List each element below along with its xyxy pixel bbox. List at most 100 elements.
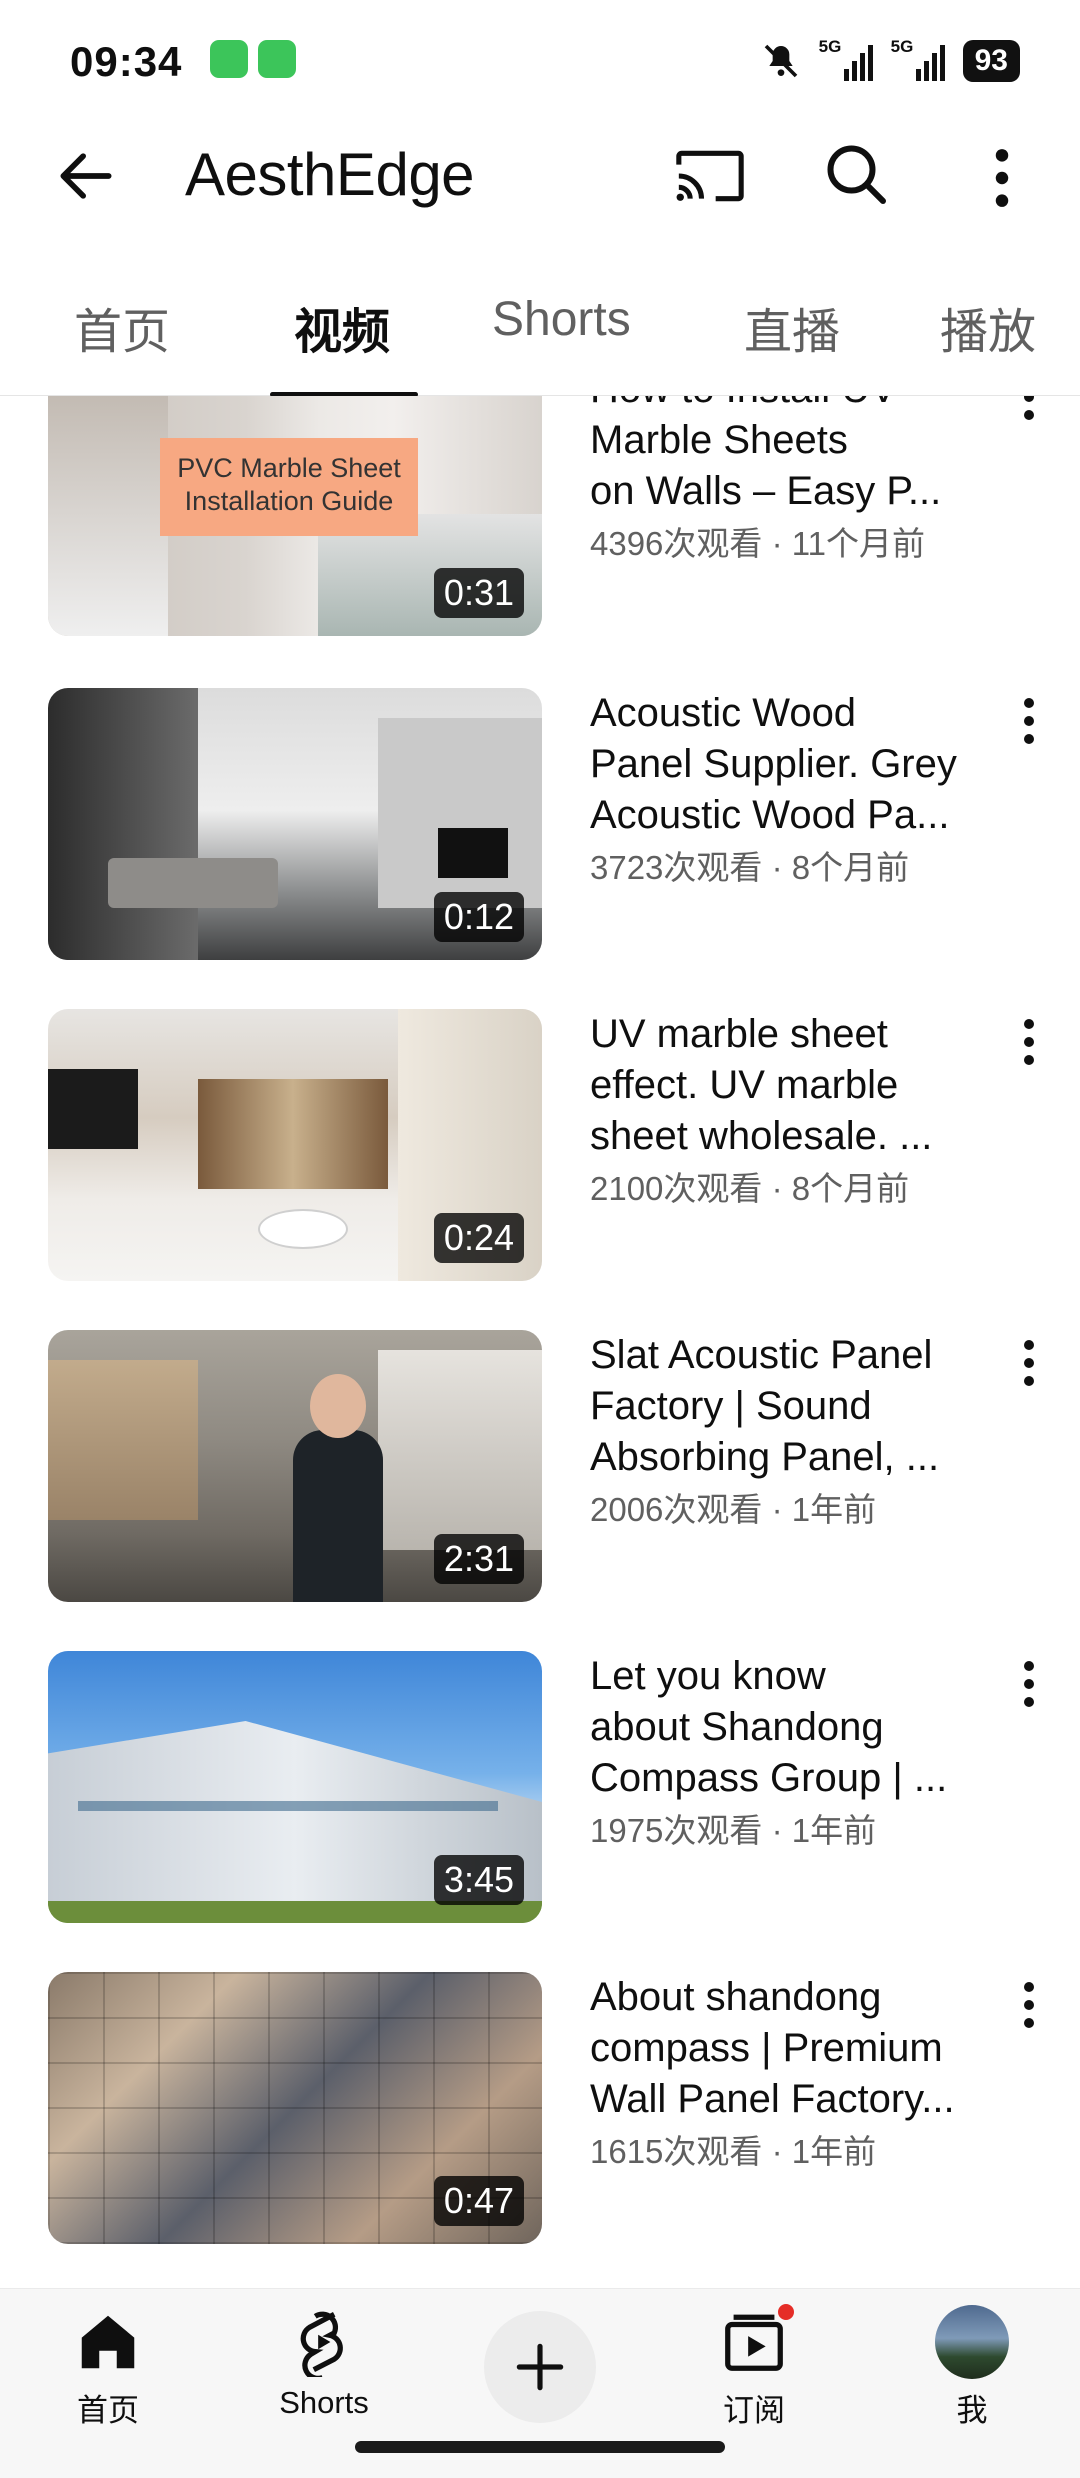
video-more-button[interactable] [1012,692,1046,750]
subscriptions-icon [719,2301,797,2377]
thumbnail-caption: PVC Marble Sheet Installation Guide [160,438,418,536]
search-button[interactable] [820,138,892,210]
video-thumbnail[interactable]: PVC Marble Sheet Installation Guide 0:31 [48,396,542,636]
video-meta: 2100次观看 · 8个月前 [590,1170,910,1207]
video-title[interactable]: Acoustic Wood Panel Supplier. Grey Acous… [590,688,1010,841]
video-duration: 2:31 [433,1534,524,1584]
message-notification-icon [258,40,296,78]
video-title-line: Absorbing Panel, ... [590,1435,940,1479]
video-meta: 4396次观看 · 11个月前 [590,525,925,562]
plus-icon [516,2343,564,2391]
video-item[interactable]: 0:24 UV marble sheet effect. UV marble s… [0,1009,1080,1281]
signal-strength-icon: 5G [819,37,873,81]
video-thumbnail[interactable]: 0:12 [48,688,542,960]
app-notification-icon [210,40,248,78]
channel-title: AesthEdge [185,141,475,208]
video-meta: 2006次观看 · 1年前 [590,1491,877,1528]
video-thumbnail[interactable]: 0:47 [48,1972,542,2244]
battery-level: 93 [962,40,1020,82]
video-title-line: Acoustic Wood [590,691,857,735]
video-title[interactable]: UV marble sheet effect. UV marble sheet … [590,1009,1010,1162]
video-title[interactable]: Slat Acoustic Panel Factory | Sound Abso… [590,1330,1010,1483]
video-item[interactable]: 0:12 Acoustic Wood Panel Supplier. Grey … [0,688,1080,960]
video-meta: 1975次观看 · 1年前 [590,1812,877,1849]
network-type-label: 5G [818,37,842,56]
shorts-icon [300,2311,343,2377]
back-button[interactable] [52,142,120,210]
video-title-line: effect. UV marble [590,1063,899,1107]
video-item[interactable]: 0:47 About shandong compass | Premium Wa… [0,1972,1080,2244]
video-title-line: Acoustic Wood Pa... [590,793,950,837]
video-title-line: Compass Group | ... [590,1756,948,1800]
tab-shorts[interactable]: Shorts [492,292,631,347]
video-title-line: Factory | Sound [590,1384,872,1428]
video-title-line: Slat Acoustic Panel [590,1333,933,1377]
video-title-line: sheet wholesale. ... [590,1114,933,1158]
video-meta: 3723次观看 · 8个月前 [590,849,910,886]
avatar [935,2305,1009,2379]
video-item[interactable]: 3:45 Let you know about Shandong Compass… [0,1651,1080,1923]
video-title-line: Let you know [590,1654,826,1698]
video-more-button[interactable] [1012,396,1046,426]
video-title-line: About shandong [590,1975,882,2019]
video-title-line: Panel Supplier. Grey [590,742,957,786]
mute-bell-icon [764,44,797,78]
notification-dot [775,2301,797,2323]
back-arrow-icon [60,153,112,199]
cast-icon [676,150,744,202]
tab-videos[interactable]: 视频 [294,292,390,362]
home-icon [81,2315,135,2369]
nav-shorts-label: Shorts [279,2385,369,2420]
tab-live[interactable]: 直播 [744,292,840,362]
video-item[interactable]: 2:31 Slat Acoustic Panel Factory | Sound… [0,1330,1080,1602]
video-title-line: Wall Panel Factory... [590,2077,955,2121]
video-title-line: on Walls – Easy P... [590,469,942,513]
nav-home-label: 首页 [77,2393,139,2428]
video-thumbnail[interactable]: 2:31 [48,1330,542,1602]
video-duration: 0:12 [433,892,524,942]
home-indicator [355,2441,725,2453]
network-type-label: 5G [890,37,914,56]
status-bar: 09:34 5G 5G 93 [0,0,1080,122]
video-title-line: Marble Sheets [590,418,848,462]
tab-playlists[interactable]: 播放 [940,292,1036,362]
nav-me[interactable]: 我 [892,2303,1052,2430]
signal-strength-icon: 5G [891,37,945,81]
nav-subscriptions[interactable]: 订阅 [674,2301,834,2430]
video-title-line: about Shandong [590,1705,884,1749]
channel-tabs: 首页 视频 Shorts 直播 播放 [0,272,1080,397]
video-meta: 1615次观看 · 1年前 [590,2133,877,2170]
video-thumbnail[interactable]: 0:24 [48,1009,542,1281]
top-app-bar: AesthEdge [0,122,1080,232]
video-more-button[interactable] [1012,1334,1046,1392]
nav-subscriptions-label: 订阅 [723,2393,785,2428]
video-title[interactable]: Let you know about Shandong Compass Grou… [590,1651,1010,1804]
status-time: 09:34 [70,38,183,85]
search-icon [827,145,886,204]
video-title-line: UV marble sheet [590,1012,888,1056]
cast-button[interactable] [672,142,748,210]
tab-home[interactable]: 首页 [74,292,170,362]
more-options-button[interactable] [980,144,1024,212]
create-button[interactable] [484,2311,596,2423]
video-more-button[interactable] [1012,1655,1046,1713]
status-indicators: 5G 5G 93 [761,37,1020,84]
bottom-navigation: 首页 Shorts 订阅 我 [0,2288,1080,2478]
video-duration: 0:47 [433,2176,524,2226]
video-thumbnail[interactable]: 3:45 [48,1651,542,1923]
video-duration: 0:31 [433,568,524,618]
video-duration: 0:24 [433,1213,524,1263]
video-more-button[interactable] [1012,1013,1046,1071]
video-more-button[interactable] [1012,1976,1046,2034]
video-list: PVC Marble Sheet Installation Guide 0:31… [0,396,1080,2288]
nav-home[interactable]: 首页 [28,2303,188,2430]
video-title[interactable]: How to Install UV Marble Sheets on Walls… [590,396,1010,517]
more-vert-icon [995,149,1009,207]
video-title-line: How to Install UV [590,396,1010,415]
video-duration: 3:45 [433,1855,524,1905]
video-title[interactable]: About shandong compass | Premium Wall Pa… [590,1972,1010,2125]
video-item[interactable]: PVC Marble Sheet Installation Guide 0:31… [0,396,1080,636]
nav-shorts[interactable]: Shorts [244,2303,404,2421]
nav-me-label: 我 [956,2393,988,2428]
video-title-line: compass | Premium [590,2026,943,2070]
